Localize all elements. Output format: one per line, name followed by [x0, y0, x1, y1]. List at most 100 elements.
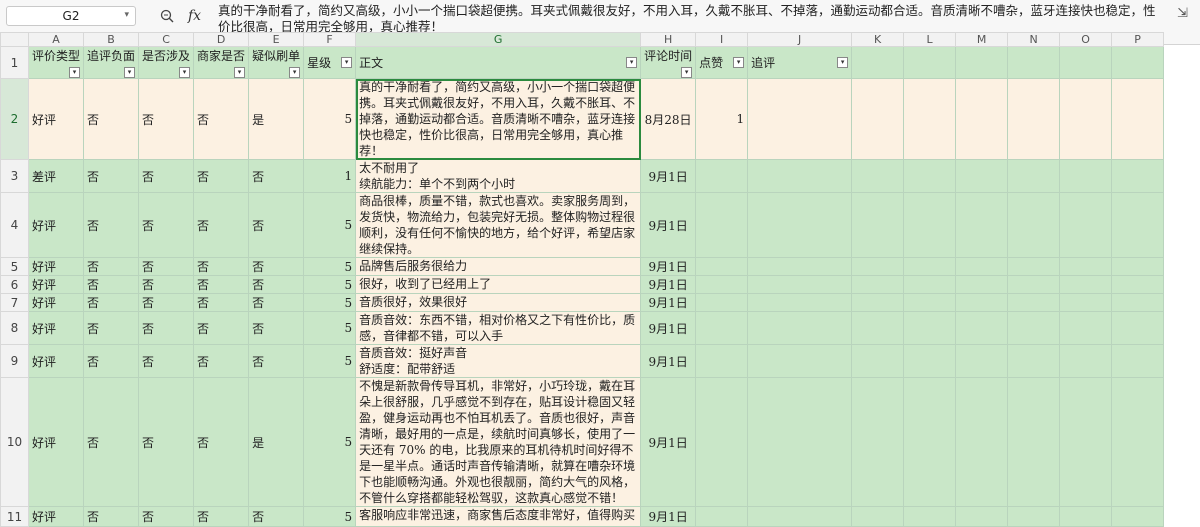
cell-i[interactable]	[695, 506, 749, 527]
cell-h[interactable]: 9月1日	[640, 192, 697, 258]
row-header[interactable]: 6	[0, 275, 29, 294]
cell-m[interactable]	[955, 377, 1009, 507]
cell-a[interactable]: 好评	[27, 506, 85, 527]
cell-j[interactable]	[747, 377, 853, 507]
filter-dropdown-icon[interactable]: ▾	[837, 57, 849, 68]
cell-b[interactable]: 否	[83, 78, 140, 160]
cell-m[interactable]	[955, 78, 1009, 160]
header-cell-n[interactable]	[1007, 46, 1061, 79]
cell-i[interactable]	[695, 192, 749, 258]
cell-g[interactable]: 音质很好，效果很好	[355, 293, 642, 312]
cell-a[interactable]: 好评	[27, 257, 85, 276]
cell-j[interactable]	[747, 344, 853, 378]
cell-h[interactable]: 9月1日	[640, 293, 697, 312]
cell-n[interactable]	[1007, 192, 1061, 258]
cell-d[interactable]: 否	[193, 275, 250, 294]
cell-i[interactable]	[695, 257, 749, 276]
cell-l[interactable]	[903, 78, 957, 160]
cell-f[interactable]: 5	[303, 78, 357, 160]
cell-n[interactable]	[1007, 311, 1061, 345]
zoom-icon[interactable]	[160, 9, 174, 23]
cell-h[interactable]: 9月1日	[640, 257, 697, 276]
header-cell-j[interactable]: 追评 ▾	[747, 46, 853, 79]
cell-k[interactable]	[851, 192, 905, 258]
cell-m[interactable]	[955, 506, 1009, 527]
header-cell-g[interactable]: 正文 ▾	[355, 46, 642, 79]
cell-p[interactable]	[1111, 159, 1165, 193]
row-header[interactable]: 5	[0, 257, 29, 276]
cell-b[interactable]: 否	[83, 275, 140, 294]
cell-h[interactable]: 9月1日	[640, 344, 697, 378]
header-cell-b[interactable]: 追评负面 ▾	[83, 46, 140, 79]
cell-c[interactable]: 否	[138, 377, 195, 507]
cell-m[interactable]	[955, 293, 1009, 312]
cell-c[interactable]: 否	[138, 159, 195, 193]
cell-d[interactable]: 否	[193, 311, 250, 345]
cell-d[interactable]: 否	[193, 344, 250, 378]
cell-a[interactable]: 好评	[27, 78, 85, 160]
cell-d[interactable]: 否	[193, 293, 250, 312]
formula-content[interactable]: 真的干净耐看了，简约又高级，小小一个揣口袋超便携。耳夹式佩戴很友好，不用入耳，久…	[218, 3, 1158, 35]
cell-g[interactable]: 很好，收到了已经用上了	[355, 275, 642, 294]
column-header-o[interactable]: O	[1059, 32, 1113, 47]
cell-k[interactable]	[851, 344, 905, 378]
cell-k[interactable]	[851, 293, 905, 312]
cell-m[interactable]	[955, 257, 1009, 276]
cell-g[interactable]: 不愧是新款骨传导耳机，非常好，小巧玲珑，戴在耳朵上很舒服，几乎感觉不到存在，贴耳…	[355, 377, 642, 507]
cell-c[interactable]: 否	[138, 293, 195, 312]
cell-l[interactable]	[903, 377, 957, 507]
column-header-g[interactable]: G	[355, 32, 642, 47]
header-cell-m[interactable]	[955, 46, 1009, 79]
cell-p[interactable]	[1111, 344, 1165, 378]
column-header-h[interactable]: H	[640, 32, 697, 47]
row-header[interactable]: 7	[0, 293, 29, 312]
cell-k[interactable]	[851, 159, 905, 193]
cell-o[interactable]	[1059, 344, 1113, 378]
filter-dropdown-icon[interactable]: ▾	[179, 67, 191, 78]
cell-k[interactable]	[851, 257, 905, 276]
cell-m[interactable]	[955, 192, 1009, 258]
cell-c[interactable]: 否	[138, 78, 195, 160]
column-header-i[interactable]: I	[695, 32, 749, 47]
cell-n[interactable]	[1007, 377, 1061, 507]
cell-d[interactable]: 否	[193, 78, 250, 160]
fx-icon[interactable]: fx	[188, 8, 201, 24]
cell-g[interactable]: 客服响应非常迅速，商家售后态度非常好，值得购买	[355, 506, 642, 527]
cell-d[interactable]: 否	[193, 257, 250, 276]
cell-k[interactable]	[851, 506, 905, 527]
cell-j[interactable]	[747, 275, 853, 294]
cell-b[interactable]: 否	[83, 192, 140, 258]
filter-dropdown-icon[interactable]: ▾	[289, 67, 301, 78]
cell-g[interactable]: 太不耐用了 续航能力：单个不到两个小时	[355, 159, 642, 193]
cell-b[interactable]: 否	[83, 506, 140, 527]
cell-f[interactable]: 5	[303, 311, 357, 345]
filter-dropdown-icon[interactable]: ▾	[681, 67, 693, 78]
column-header-b[interactable]: B	[83, 32, 140, 47]
cell-i[interactable]	[695, 344, 749, 378]
cell-n[interactable]	[1007, 257, 1061, 276]
cell-m[interactable]	[955, 344, 1009, 378]
column-header-e[interactable]: E	[248, 32, 305, 47]
cell-e[interactable]: 否	[248, 344, 305, 378]
cell-d[interactable]: 否	[193, 377, 250, 507]
cell-j[interactable]	[747, 257, 853, 276]
cell-o[interactable]	[1059, 377, 1113, 507]
cell-o[interactable]	[1059, 78, 1113, 160]
row-header[interactable]: 2	[0, 78, 29, 160]
cell-f[interactable]: 5	[303, 192, 357, 258]
cell-n[interactable]	[1007, 275, 1061, 294]
cell-f[interactable]: 5	[303, 257, 357, 276]
cell-i[interactable]	[695, 311, 749, 345]
filter-dropdown-icon[interactable]: ▾	[733, 57, 745, 68]
cell-l[interactable]	[903, 192, 957, 258]
cell-i[interactable]	[695, 293, 749, 312]
cell-e[interactable]: 是	[248, 78, 305, 160]
cell-c[interactable]: 否	[138, 192, 195, 258]
cell-m[interactable]	[955, 311, 1009, 345]
header-cell-h[interactable]: 评论时间 ▾	[640, 46, 697, 79]
cell-j[interactable]	[747, 311, 853, 345]
header-cell-l[interactable]	[903, 46, 957, 79]
cell-o[interactable]	[1059, 192, 1113, 258]
cell-b[interactable]: 否	[83, 257, 140, 276]
cell-c[interactable]: 否	[138, 506, 195, 527]
